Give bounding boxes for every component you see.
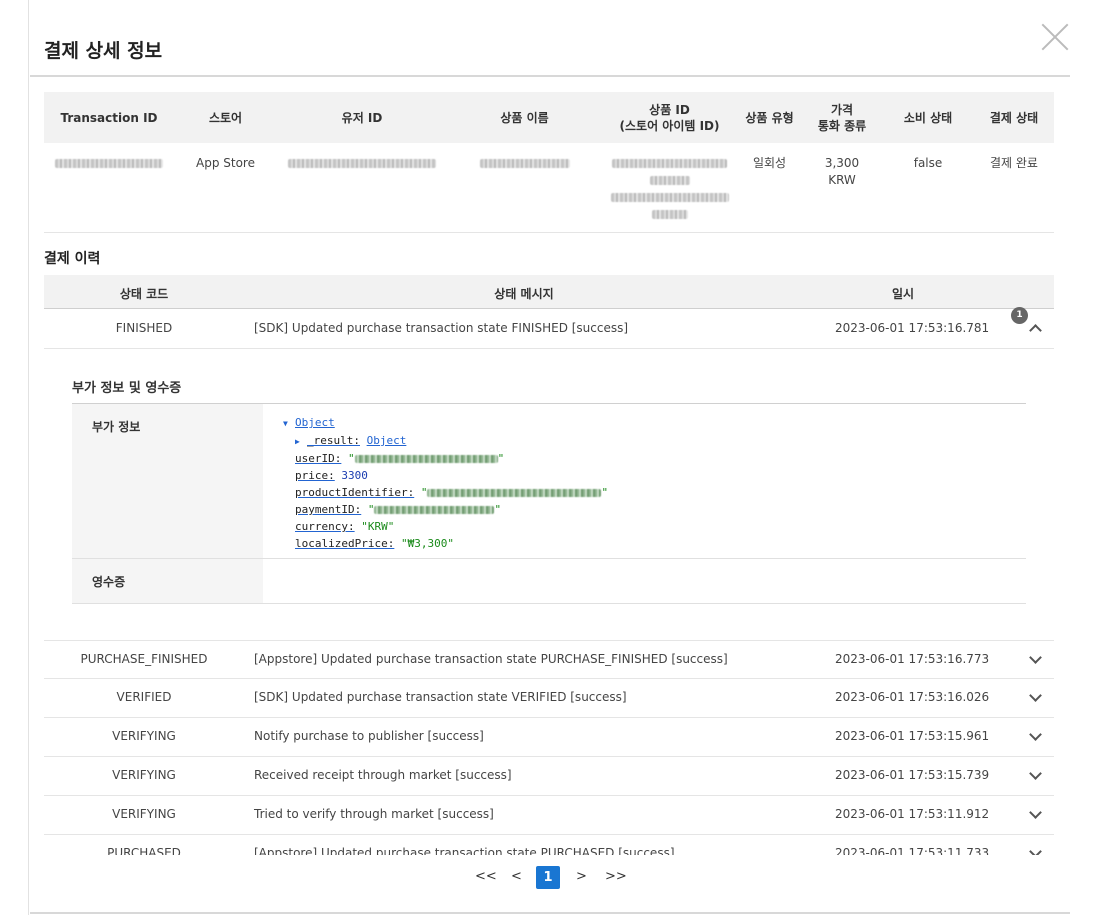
store-value: App Store <box>174 143 277 233</box>
col-status-message: 상태 메시지 <box>494 287 554 301</box>
price-value: 3,300 KRW <box>802 143 882 233</box>
status-code: VERIFIED <box>116 690 172 704</box>
chevron-down-icon[interactable] <box>1029 653 1041 665</box>
extra-info-row: 부가 정보 ▼ Object ▶ _result: Object userID: "… <box>72 404 1026 559</box>
page-next-button[interactable]: > <box>576 869 587 884</box>
object-product-identifier: productIdentifier: " " <box>295 486 609 499</box>
col-datetime: 일시 <box>891 287 915 301</box>
page-prev-button[interactable]: < <box>511 869 522 884</box>
status-message: Received receipt through market [success… <box>254 768 512 782</box>
col-user-id: 유저 ID <box>277 92 447 143</box>
status-code: FINISHED <box>115 321 173 335</box>
status-code: PURCHASED <box>107 846 181 855</box>
object-currency: currency: "KRW" <box>295 520 395 533</box>
col-store: 스토어 <box>174 92 277 143</box>
product-name-value <box>447 143 602 233</box>
status-message: Tried to verify through market [success] <box>254 807 494 821</box>
chevron-down-icon[interactable] <box>1029 730 1041 742</box>
object-inspector: ▼ Object ▶ _result: Object userID: " " pric… <box>263 404 1026 558</box>
col-product-id: 상품 ID (스토어 아이템 ID) <box>602 92 737 143</box>
pagination: << < 1 > >> <box>0 866 1098 890</box>
receipt-row: 영수증 <box>72 559 1026 604</box>
status-code: VERIFYING <box>112 729 176 743</box>
status-time: 2023-06-01 17:53:15.961 <box>835 729 990 743</box>
object-root[interactable]: ▼ Object <box>283 414 1026 432</box>
chevron-down-icon[interactable] <box>1029 808 1041 820</box>
consume-state-value: false <box>882 143 974 233</box>
count-badge: 1 <box>1011 307 1028 324</box>
status-message: [SDK] Updated purchase transaction state… <box>254 321 629 335</box>
object-result[interactable]: ▶ _result: Object <box>283 432 1026 450</box>
status-message: Notify purchase to publisher [success] <box>254 729 484 743</box>
redacted-payment-id <box>374 506 495 514</box>
status-time: 2023-06-01 17:53:15.739 <box>835 768 990 782</box>
history-row[interactable]: VERIFYING Notify purchase to publisher [… <box>44 718 1054 757</box>
history-row[interactable]: VERIFIED [SDK] Updated purchase transact… <box>44 679 1054 718</box>
col-product-name: 상품 이름 <box>447 92 602 143</box>
close-icon[interactable] <box>1040 22 1070 52</box>
page-first-button[interactable]: << <box>475 869 497 884</box>
redacted-product-identifier <box>427 489 602 497</box>
triangle-right-icon[interactable]: ▶ <box>295 433 307 450</box>
transaction-table: Transaction ID 스토어 유저 ID 상품 이름 상품 ID (스토어… <box>44 92 1054 233</box>
status-code: VERIFYING <box>112 768 176 782</box>
triangle-down-icon[interactable]: ▼ <box>283 415 295 432</box>
transaction-table-header: Transaction ID 스토어 유저 ID 상품 이름 상품 ID (스토어… <box>44 92 1054 143</box>
transaction-row: App Store 일회성 3,300 KRW false 결제 완료 <box>44 143 1054 233</box>
redacted-user-id-value <box>354 455 498 463</box>
transaction-id-value <box>44 143 174 233</box>
chevron-down-icon[interactable] <box>1029 847 1041 855</box>
history-list[interactable]: PURCHASE_FINISHED [Appstore] Updated pur… <box>44 640 1054 855</box>
product-type-value: 일회성 <box>737 143 802 233</box>
history-row-expanded[interactable]: FINISHED [SDK] Updated purchase transact… <box>44 307 1054 349</box>
status-message: [Appstore] Updated purchase transaction … <box>254 846 675 855</box>
status-time: 2023-06-01 17:53:11.912 <box>835 807 990 821</box>
modal-title: 결제 상세 정보 <box>44 40 163 62</box>
bottom-divider <box>30 912 1070 914</box>
extra-info-label: 부가 정보 <box>72 404 263 558</box>
status-message: [SDK] Updated purchase transaction state… <box>254 690 627 704</box>
object-user-id: userID: " " <box>295 452 505 465</box>
history-table-header: 상태 코드 상태 메시지 일시 <box>44 275 1054 309</box>
status-code: VERIFYING <box>112 807 176 821</box>
history-row[interactable]: VERIFYING Tried to verify through market… <box>44 796 1054 835</box>
col-status-code: 상태 코드 <box>119 287 169 301</box>
payment-state-value: 결제 완료 <box>974 143 1054 233</box>
status-time: 2023-06-01 17:53:16.773 <box>835 652 990 666</box>
status-message: [Appstore] Updated purchase transaction … <box>254 652 728 666</box>
col-consume-state: 소비 상태 <box>882 92 974 143</box>
col-payment-state: 결제 상태 <box>974 92 1054 143</box>
redacted-product-name <box>479 159 570 168</box>
chevron-down-icon[interactable] <box>1029 769 1041 781</box>
redacted-user-id <box>288 159 436 168</box>
page-current-button[interactable]: 1 <box>536 866 560 889</box>
redacted-transaction-id <box>55 159 163 168</box>
history-row[interactable]: VERIFYING Received receipt through marke… <box>44 757 1054 796</box>
detail-title: 부가 정보 및 영수증 <box>72 381 182 396</box>
object-price: price: 3300 <box>295 469 368 482</box>
detail-table: 부가 정보 ▼ Object ▶ _result: Object userID: "… <box>72 403 1026 604</box>
history-row[interactable]: PURCHASED [Appstore] Updated purchase tr… <box>44 835 1054 855</box>
page-last-button[interactable]: >> <box>605 869 627 884</box>
chevron-up-icon[interactable] <box>1029 322 1041 334</box>
chevron-down-icon[interactable] <box>1029 691 1041 703</box>
redacted-product-id <box>610 155 730 227</box>
product-id-value <box>602 143 737 233</box>
status-code: PURCHASE_FINISHED <box>80 652 208 666</box>
receipt-value <box>263 559 1026 603</box>
receipt-label: 영수증 <box>72 559 263 603</box>
status-time: 2023-06-01 17:53:16.781 <box>835 321 990 335</box>
object-payment-id: paymentID: " " <box>295 503 502 516</box>
title-divider <box>30 75 1070 77</box>
history-row[interactable]: PURCHASE_FINISHED [Appstore] Updated pur… <box>44 640 1054 679</box>
col-product-type: 상품 유형 <box>737 92 802 143</box>
modal-left-border <box>28 0 29 915</box>
col-price: 가격 통화 종류 <box>802 92 882 143</box>
object-localized-price: localizedPrice: "₩3,300" <box>295 537 454 550</box>
col-transaction-id: Transaction ID <box>44 92 174 143</box>
status-time: 2023-06-01 17:53:11.733 <box>835 846 990 855</box>
user-id-value <box>277 143 447 233</box>
history-title: 결제 이력 <box>44 251 101 267</box>
status-time: 2023-06-01 17:53:16.026 <box>835 690 990 704</box>
